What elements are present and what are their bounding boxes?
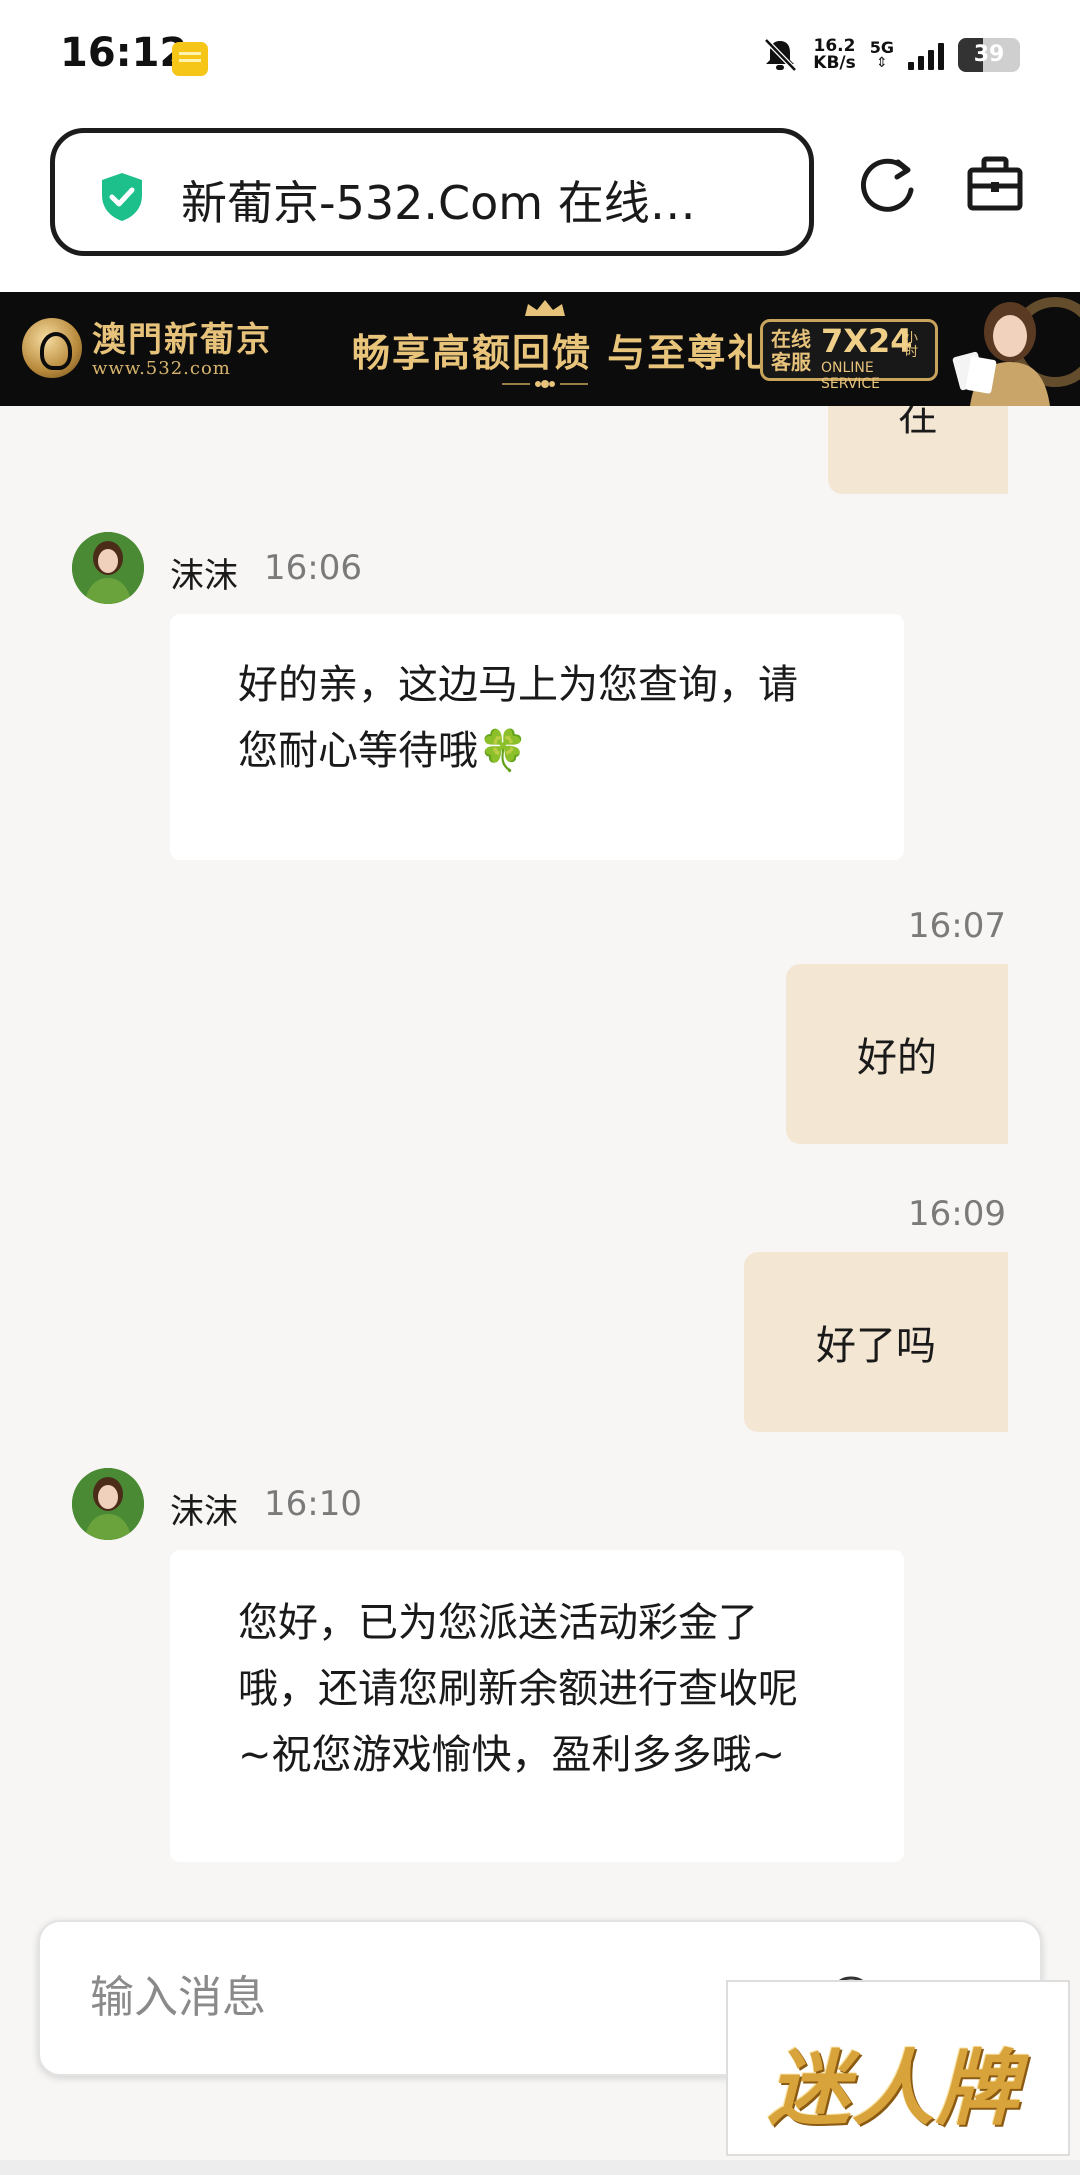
agent-avatar[interactable] bbox=[72, 532, 144, 604]
status-time: 16:12 bbox=[60, 30, 188, 76]
service-unit-line2: 时 bbox=[905, 345, 919, 360]
online-service-badge[interactable]: 在线 客服 7X24 小 时 ONLINE SERVICE bbox=[760, 319, 938, 392]
service-label: 在线 客服 bbox=[771, 328, 811, 374]
promo-banner[interactable]: 澳門新葡京 www.532.com 畅享高额回馈 与至尊礼遇 在线 客服 7X2… bbox=[0, 292, 1080, 406]
service-unit: 小 时 bbox=[905, 332, 918, 360]
agent-avatar[interactable] bbox=[72, 1468, 144, 1540]
watermark-logo: 迷人牌 bbox=[726, 1980, 1070, 2156]
page-title: 新葡京-532.Com 在线… bbox=[181, 176, 696, 230]
stars-icon bbox=[502, 380, 588, 388]
browser-toolbar: 新葡京-532.Com 在线… bbox=[0, 120, 1080, 292]
message-bubble-user: 好的 bbox=[786, 964, 1008, 1144]
message-time: 16:06 bbox=[264, 548, 362, 588]
reload-icon[interactable] bbox=[858, 156, 918, 216]
notes-app-icon bbox=[172, 42, 208, 76]
message-time: 16:09 bbox=[908, 1194, 1006, 1234]
data-arrows-icon: ⇕ bbox=[876, 55, 888, 71]
chat-area[interactable]: 在 沫沫 16:06 好的亲，这边马上为您查询，请 您耐心等待哦🍀 16:07 … bbox=[0, 406, 1080, 1920]
message-time: 16:07 bbox=[908, 906, 1006, 946]
message-time: 16:10 bbox=[264, 1484, 362, 1524]
watermark-text: 迷人牌 bbox=[768, 2041, 1020, 2137]
battery-icon: 39 bbox=[958, 38, 1020, 72]
banner-slogan: 畅享高额回馈 与至尊礼遇 bbox=[352, 330, 808, 375]
service-hours: 7X24 bbox=[821, 322, 913, 360]
battery-level: 39 bbox=[973, 42, 1005, 67]
message-line: ~祝您游戏愉快，盈利多多哦~ bbox=[238, 1732, 786, 1778]
message-text: 好了吗 bbox=[816, 1323, 936, 1369]
shield-check-icon bbox=[102, 173, 142, 221]
avatar-image bbox=[72, 1468, 144, 1540]
signal-icon bbox=[908, 40, 944, 70]
message-line: 您好，已为您派送活动彩金了 bbox=[238, 1600, 758, 1646]
briefcase-icon[interactable] bbox=[966, 154, 1024, 214]
message-bubble-agent: 好的亲，这边马上为您查询，请 您耐心等待哦🍀 bbox=[170, 614, 904, 860]
message-text: 您好，已为您派送活动彩金了 哦，还请您刷新余额进行查收呢 ~祝您游戏愉快，盈利多… bbox=[238, 1590, 844, 1788]
message-text: 好的 bbox=[857, 1035, 937, 1081]
service-label-line2: 客服 bbox=[771, 350, 811, 374]
net-speed-unit: KB/s bbox=[813, 53, 856, 73]
message-bubble-agent: 您好，已为您派送活动彩金了 哦，还请您刷新余额进行查收呢 ~祝您游戏愉快，盈利多… bbox=[170, 1550, 904, 1862]
network-speed: 16.2 KB/s bbox=[813, 38, 855, 72]
network-label: 5G bbox=[869, 38, 894, 57]
mute-bell-icon bbox=[764, 38, 798, 72]
message-bubble-user-partial: 在 bbox=[828, 406, 1008, 494]
message-line: 哦，还请您刷新余额进行查收呢 bbox=[238, 1666, 798, 1712]
service-label-line1: 在线 bbox=[771, 327, 811, 351]
agent-name: 沫沫 bbox=[170, 1492, 238, 1532]
status-bar: 16:12 16.2 KB/s 5G ⇕ 39 bbox=[0, 0, 1080, 120]
service-unit-line1: 小 bbox=[905, 331, 919, 346]
message-text: 好的亲，这边马上为您查询，请 您耐心等待哦🍀 bbox=[238, 652, 844, 784]
service-subtitle: ONLINE SERVICE bbox=[821, 360, 881, 392]
crown-icon bbox=[525, 300, 565, 316]
message-input[interactable] bbox=[90, 1962, 690, 2032]
banner-url: www.532.com bbox=[92, 358, 231, 379]
banner-brand: 澳門新葡京 bbox=[92, 320, 272, 360]
agent-name: 沫沫 bbox=[170, 556, 238, 596]
avatar-image bbox=[72, 532, 144, 604]
message-line: 您耐心等待哦🍀 bbox=[238, 728, 528, 774]
network-type: 5G ⇕ bbox=[869, 38, 894, 71]
address-bar[interactable]: 新葡京-532.Com 在线… bbox=[50, 128, 814, 256]
message-bubble-user: 好了吗 bbox=[744, 1252, 1008, 1432]
navigation-bar bbox=[0, 2160, 1080, 2175]
partial-message-text: 在 bbox=[898, 406, 938, 440]
message-line: 好的亲，这边马上为您查询，请 bbox=[238, 662, 798, 708]
banner-model-image bbox=[952, 297, 1080, 406]
casino-logo-icon bbox=[22, 318, 82, 378]
status-indicators: 16.2 KB/s 5G ⇕ 39 bbox=[761, 36, 1020, 74]
